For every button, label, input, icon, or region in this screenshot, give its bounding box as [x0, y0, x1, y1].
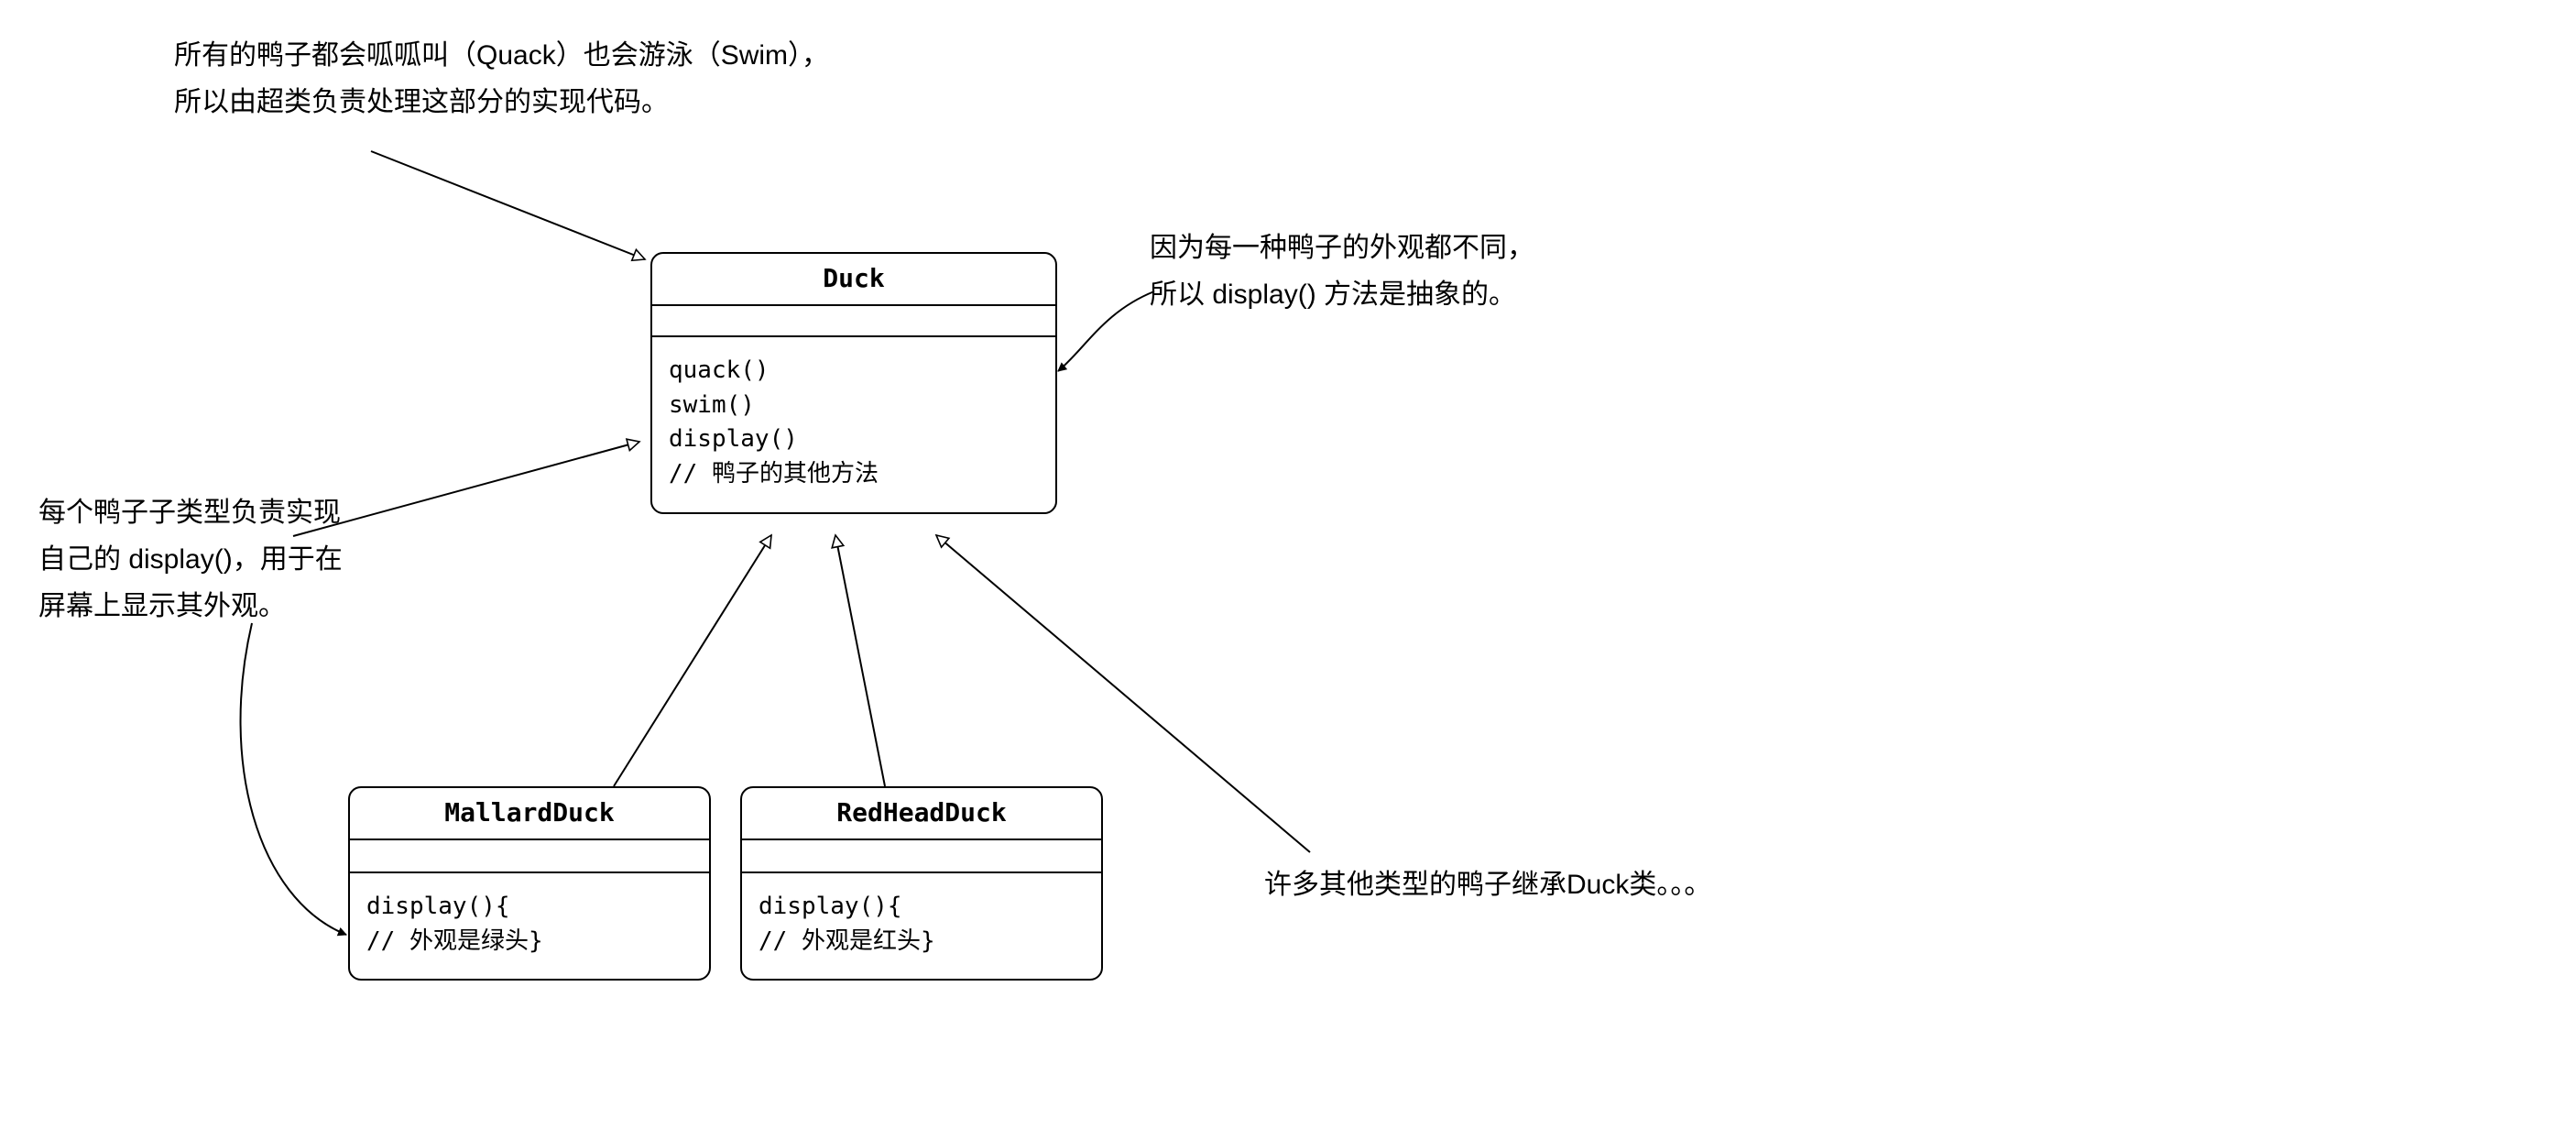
inherit-mallard-duck — [614, 535, 771, 786]
class-name-redhead: RedHeadDuck — [742, 788, 1101, 840]
arrow-ann-left-up — [293, 442, 639, 536]
uml-diagram-canvas: 所有的鸭子都会呱呱叫（Quack）也会游泳（Swim）， 所以由超类负责处理这部… — [0, 0, 2576, 1129]
class-box-duck: Duck quack() swim() display() // 鸭子的其他方法 — [650, 252, 1057, 514]
arrow-ann-top — [371, 151, 645, 259]
class-attrs-redhead — [742, 840, 1101, 873]
class-methods-redhead: display(){ // 外观是红头} — [742, 873, 1101, 979]
annotation-top: 所有的鸭子都会呱呱叫（Quack）也会游泳（Swim）， 所以由超类负责处理这部… — [174, 32, 829, 126]
arrow-ann-left-down — [241, 623, 346, 935]
class-name-mallard: MallardDuck — [350, 788, 709, 840]
class-methods-mallard: display(){ // 外观是绿头} — [350, 873, 709, 979]
class-attrs-duck — [652, 306, 1055, 337]
class-name-duck: Duck — [652, 254, 1055, 306]
class-methods-duck: quack() swim() display() // 鸭子的其他方法 — [652, 337, 1055, 512]
class-box-redhead: RedHeadDuck display(){ // 外观是红头} — [740, 786, 1103, 981]
annotation-right: 因为每一种鸭子的外观都不同， 所以 display() 方法是抽象的。 — [1150, 225, 1534, 318]
class-box-mallard: MallardDuck display(){ // 外观是绿头} — [348, 786, 711, 981]
inherit-redhead-duck — [835, 535, 885, 786]
annotation-bottom-right: 许多其他类型的鸭子继承Duck类。。。 — [1264, 861, 1711, 908]
class-attrs-mallard — [350, 840, 709, 873]
arrow-ann-right — [1058, 291, 1154, 371]
annotation-left: 每个鸭子子类型负责实现 自己的 display()，用于在 屏幕上显示其外观。 — [38, 489, 343, 630]
